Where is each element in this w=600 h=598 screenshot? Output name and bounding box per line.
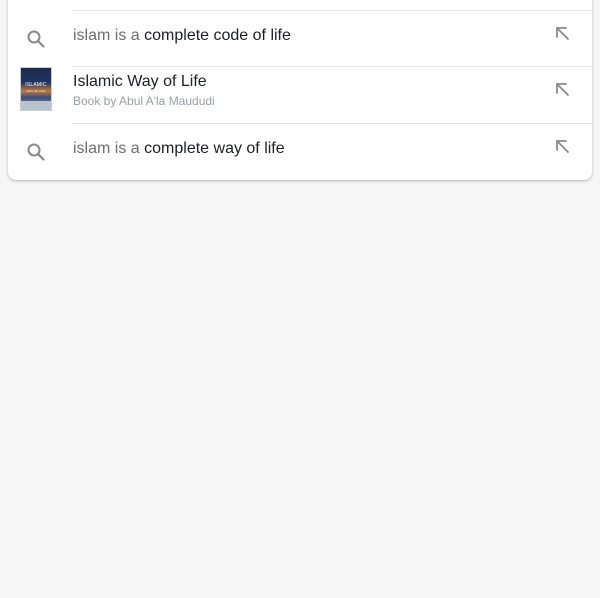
search-icon	[27, 143, 45, 161]
search-suggestions-dropdown: islam is a complete code of life ISLAMIC…	[8, 0, 592, 180]
entity-title: Islamic Way of Life	[73, 73, 207, 90]
suggestion-row-query[interactable]: islam is a complete code of life	[8, 11, 592, 67]
search-icon	[27, 30, 45, 48]
entity-subtitle: Book by Abul A'la Maududi	[73, 94, 215, 108]
query-completion: complete way of life	[144, 140, 285, 157]
query-prefix: islam is a	[73, 140, 140, 157]
fill-query-arrow-icon[interactable]	[554, 25, 572, 43]
suggestion-row-query[interactable]: islam is a complete way of life	[8, 124, 592, 180]
thumbnail-title: ISLAMIC	[25, 82, 47, 88]
book-cover-thumbnail: ISLAMIC WAY OF LIFE	[20, 67, 52, 111]
fill-query-arrow-icon[interactable]	[554, 81, 572, 99]
suggestion-row-entity[interactable]: ISLAMIC WAY OF LIFE Islamic Way of Life …	[8, 67, 592, 123]
suggestion-text: islam is a complete way of life	[73, 139, 285, 159]
fill-query-arrow-icon[interactable]	[554, 138, 572, 156]
query-prefix: islam is a	[73, 27, 140, 44]
query-completion: complete code of life	[144, 27, 291, 44]
thumbnail-subtitle: WAY OF LIFE	[26, 89, 46, 93]
thumbnail-band	[21, 101, 51, 110]
suggestion-text: islam is a complete code of life	[73, 26, 291, 46]
